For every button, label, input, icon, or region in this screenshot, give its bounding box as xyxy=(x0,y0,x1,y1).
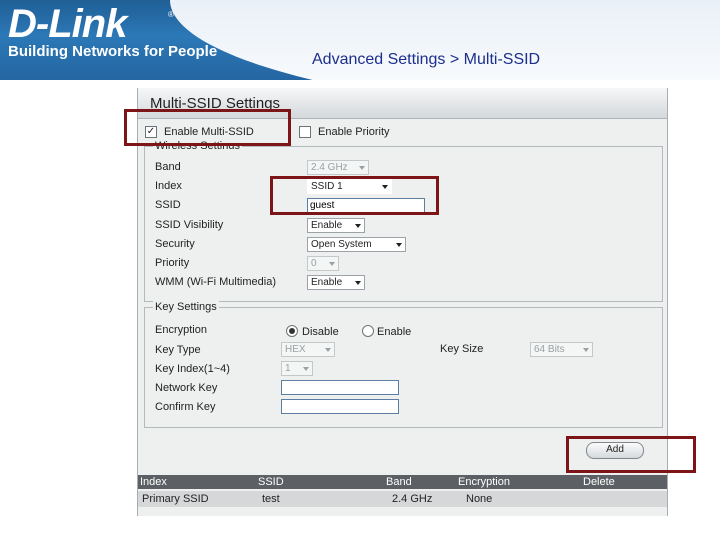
wmm-value: Enable xyxy=(311,277,343,288)
index-label: Index xyxy=(155,180,182,192)
row-index: Primary SSID xyxy=(142,493,209,505)
row-encryption: None xyxy=(466,493,493,505)
key-size-value: 64 Bits xyxy=(534,344,565,355)
network-key-input[interactable] xyxy=(281,380,399,395)
network-key-label: Network Key xyxy=(155,382,218,394)
key-index-label: Key Index(1~4) xyxy=(155,363,230,375)
encryption-disable-radio[interactable] xyxy=(286,325,298,337)
table-row: Primary SSID test 2.4 GHz None xyxy=(138,491,667,507)
priority-select[interactable]: 0 xyxy=(307,256,339,271)
column-header-band: Band xyxy=(386,476,412,488)
row-band: 2.4 GHz xyxy=(392,493,433,505)
key-size-select[interactable]: 64 Bits xyxy=(530,342,593,357)
confirm-key-label: Confirm Key xyxy=(155,401,216,413)
dlink-logo: D-Link xyxy=(8,2,127,46)
chevron-down-icon xyxy=(303,367,309,371)
chevron-down-icon xyxy=(355,281,361,285)
registered-mark: ® xyxy=(168,10,174,19)
ssid-visibility-select[interactable]: Enable xyxy=(307,218,365,233)
ssid-visibility-label: SSID Visibility xyxy=(155,219,224,231)
wmm-label: WMM (Wi-Fi Multimedia) xyxy=(155,276,276,288)
highlight-box-add xyxy=(566,436,696,473)
key-size-label: Key Size xyxy=(440,343,484,355)
row-ssid: test xyxy=(262,493,280,505)
encryption-enable-radio[interactable] xyxy=(362,325,374,337)
column-header-encryption: Encryption xyxy=(458,476,510,488)
highlight-box-ssid xyxy=(270,176,439,215)
key-type-label: Key Type xyxy=(155,344,201,356)
column-header-index: Index xyxy=(140,476,167,488)
key-type-select[interactable]: HEX xyxy=(281,342,335,357)
band-label: Band xyxy=(155,161,181,173)
chevron-down-icon xyxy=(583,348,589,352)
chevron-down-icon xyxy=(325,348,331,352)
key-type-value: HEX xyxy=(285,344,306,355)
chevron-down-icon xyxy=(396,243,402,247)
column-header-ssid: SSID xyxy=(258,476,284,488)
breadcrumb: Advanced Settings > Multi-SSID xyxy=(312,51,541,68)
ssid-label: SSID xyxy=(155,199,181,211)
chevron-down-icon xyxy=(329,262,335,266)
chevron-down-icon xyxy=(359,166,365,170)
tagline: Building Networks for People xyxy=(8,43,218,60)
security-select[interactable]: Open System xyxy=(307,237,406,252)
highlight-box-enable xyxy=(124,109,291,146)
chevron-down-icon xyxy=(355,224,361,228)
band-select[interactable]: 2.4 GHz xyxy=(307,160,369,175)
encryption-enable-label: Enable xyxy=(377,326,412,338)
confirm-key-input[interactable] xyxy=(281,399,399,414)
key-index-select[interactable]: 1 xyxy=(281,361,313,376)
priority-label: Priority xyxy=(155,257,190,269)
priority-value: 0 xyxy=(311,258,317,269)
key-settings-legend: Key Settings xyxy=(153,301,219,313)
wmm-select[interactable]: Enable xyxy=(307,275,365,290)
table-header: Index SSID Band Encryption Delete xyxy=(138,475,667,489)
enable-priority-label: Enable Priority xyxy=(318,126,390,138)
security-label: Security xyxy=(155,238,195,250)
security-value: Open System xyxy=(311,239,372,250)
column-header-delete: Delete xyxy=(583,476,615,488)
ssid-visibility-value: Enable xyxy=(311,220,343,231)
band-value: 2.4 GHz xyxy=(311,162,348,173)
encryption-disable-label: Disable xyxy=(302,326,339,338)
encryption-label: Encryption xyxy=(155,324,207,336)
key-index-value: 1 xyxy=(285,363,291,374)
enable-priority-checkbox[interactable] xyxy=(299,126,311,138)
